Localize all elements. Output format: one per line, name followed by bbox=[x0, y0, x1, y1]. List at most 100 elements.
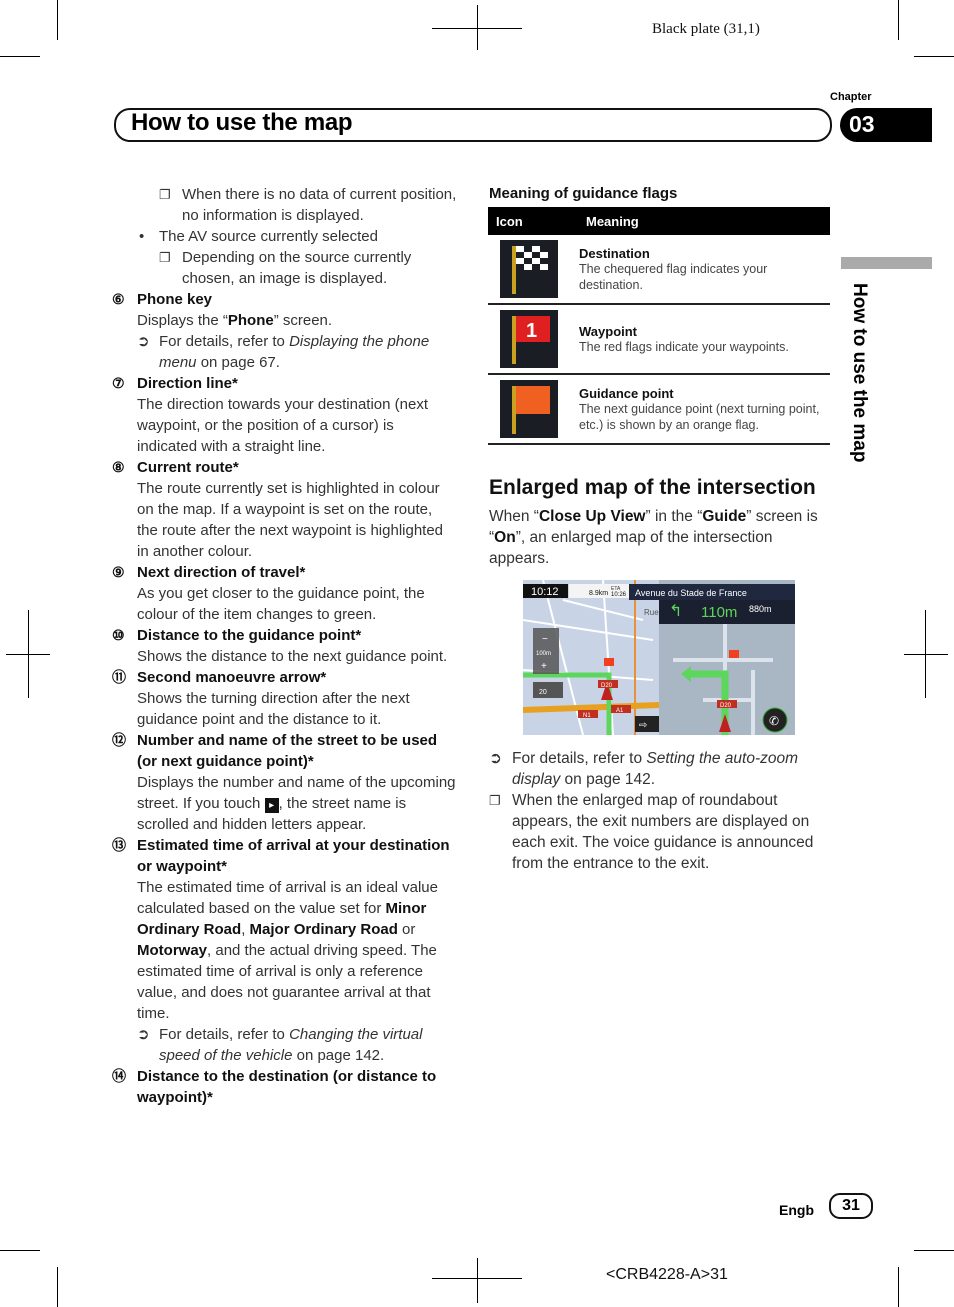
text: Displays the “ bbox=[137, 312, 228, 329]
registration-mark bbox=[6, 654, 50, 655]
chapter-number: 03 bbox=[849, 111, 875, 137]
table-row: Guidance point The next guidance point (n… bbox=[488, 374, 830, 445]
play-icon: ▸ bbox=[264, 798, 279, 813]
item-heading: ⑦ Direction line* bbox=[112, 373, 457, 394]
item-text: As you get closer to the guidance point,… bbox=[112, 583, 457, 625]
item-text: Displays the “Phone” screen. bbox=[112, 310, 457, 331]
item-heading: ⑧ Current route* bbox=[112, 457, 457, 478]
next-turn-arrow-icon: ↰ bbox=[669, 603, 682, 620]
phone-icon: ✆ bbox=[769, 714, 779, 728]
map-next-distance: 110m bbox=[701, 604, 737, 621]
page-title: How to use the map bbox=[131, 109, 353, 136]
text: Direction line* bbox=[137, 375, 238, 392]
item-number: ⑨ bbox=[112, 564, 125, 580]
map-scale: 100m bbox=[536, 651, 551, 657]
checkbox-bullet-icon: ❐ bbox=[159, 250, 171, 265]
item-text: Displays the number and name of the upco… bbox=[112, 772, 457, 835]
text: For details, refer to bbox=[159, 1026, 290, 1043]
col-meaning-header: Meaning bbox=[578, 207, 830, 235]
road-label: A1 bbox=[616, 708, 624, 714]
side-tab-title: How to use the map bbox=[849, 283, 870, 463]
speed-limit-button[interactable] bbox=[533, 682, 563, 698]
crop-mark bbox=[914, 1250, 954, 1251]
enlarged-map-screenshot: 10:12 8.9km ETA 10:26 Avenue du Stade de… bbox=[523, 580, 795, 735]
exit-arrow-icon: ⇨ bbox=[639, 720, 647, 731]
map-second-distance: 880m bbox=[749, 604, 772, 614]
text: Phone key bbox=[137, 291, 213, 308]
text: When the enlarged map of roundabout appe… bbox=[512, 792, 814, 872]
crop-mark bbox=[898, 0, 899, 40]
item-heading: ⑫ Number and name of the street to be use… bbox=[112, 730, 457, 772]
left-column: ❐ When there is no data of current positi… bbox=[112, 184, 457, 1108]
flag-desc: The next guidance point (next turning po… bbox=[579, 401, 820, 432]
plate-label: Black plate (31,1) bbox=[652, 21, 760, 37]
flag-name: Destination bbox=[579, 245, 650, 261]
notes: ➲ For details, refer to Setting the auto-… bbox=[489, 748, 834, 874]
map-clock: 10:12 bbox=[531, 586, 559, 598]
item-text: The estimated time of arrival is an idea… bbox=[112, 877, 457, 1024]
road-label: N1 bbox=[583, 713, 591, 719]
text: Estimated time of arrival at your destin… bbox=[137, 837, 450, 875]
map-street-name: Avenue du Stade de France bbox=[635, 588, 747, 598]
zoom-out-icon[interactable]: − bbox=[542, 634, 548, 645]
item-number: ⑦ bbox=[112, 375, 125, 391]
item-text: • The AV source currently selected bbox=[112, 226, 457, 247]
text: on page 142. bbox=[292, 1047, 385, 1064]
crop-mark bbox=[0, 1250, 40, 1251]
map-eta: 10:26 bbox=[611, 592, 627, 598]
text: Next direction of travel* bbox=[137, 564, 306, 581]
bold-term: Close Up View bbox=[538, 508, 646, 525]
item-text: The route currently set is highlighted i… bbox=[112, 478, 457, 562]
text: ”, an enlarged map of the intersection a… bbox=[489, 529, 773, 567]
item-heading: ⑪ Second manoeuvre arrow* bbox=[112, 667, 457, 688]
text: Distance to the destination (or distance… bbox=[137, 1068, 437, 1106]
item-text: Shows the turning direction after the ne… bbox=[112, 688, 457, 730]
flags-heading: Meaning of guidance flags bbox=[489, 185, 678, 202]
crop-mark bbox=[898, 1267, 899, 1307]
red-flag-icon: 1 bbox=[500, 310, 558, 368]
text: or bbox=[397, 921, 416, 938]
item-text: ➲ For details, refer to Setting the auto-… bbox=[489, 748, 834, 790]
bold-term: Motorway bbox=[137, 942, 208, 959]
map-street-partial: Rue bbox=[644, 608, 659, 617]
text: ” screen. bbox=[273, 312, 333, 329]
text: When “ bbox=[489, 508, 539, 525]
col-icon-header: Icon bbox=[488, 207, 578, 235]
item-heading: ⑩ Distance to the guidance point* bbox=[112, 625, 457, 646]
side-tab-bar bbox=[841, 257, 932, 269]
arrow-icon: ➲ bbox=[137, 333, 150, 350]
checkbox-bullet-icon: ❐ bbox=[489, 793, 501, 808]
text: ” in the “ bbox=[645, 508, 703, 525]
text: The route currently set is highlighted i… bbox=[137, 480, 444, 560]
item-text: ➲ For details, refer to Changing the virt… bbox=[112, 1024, 457, 1066]
text: Shows the turning direction after the ne… bbox=[137, 690, 410, 728]
text: Depending on the source currently chosen… bbox=[182, 249, 412, 287]
text: , bbox=[241, 921, 250, 938]
text: As you get closer to the guidance point,… bbox=[137, 585, 425, 623]
registration-mark bbox=[904, 654, 948, 655]
arrow-icon: ➲ bbox=[137, 1026, 150, 1043]
zoom-in-icon[interactable]: + bbox=[541, 661, 547, 672]
section-paragraph: When “Close Up View” in the “Guide” scre… bbox=[489, 506, 834, 569]
item-heading: ⑭ Distance to the destination (or distanc… bbox=[112, 1066, 457, 1108]
bold-term: Major Ordinary Road bbox=[249, 921, 398, 938]
flag-desc: The red flags indicate your waypoints. bbox=[579, 339, 789, 354]
text: Second manoeuvre arrow* bbox=[137, 669, 327, 686]
text: For details, refer to bbox=[159, 333, 290, 350]
manual-page: Black plate (31,1) How to use the map Ch… bbox=[0, 0, 954, 1307]
flag-desc: The chequered flag indicates your destin… bbox=[579, 261, 768, 292]
item-number: ⑧ bbox=[112, 459, 125, 475]
registration-mark bbox=[477, 5, 478, 50]
road-label: D20 bbox=[720, 703, 732, 709]
text: Number and name of the street to be used… bbox=[137, 732, 438, 770]
item-text: The direction towards your destination (… bbox=[112, 394, 457, 457]
arrow-icon: ➲ bbox=[489, 750, 502, 767]
item-number: ⑥ bbox=[112, 291, 125, 307]
document-code: <CRB4228-A>31 bbox=[606, 1266, 728, 1283]
table-row: 1 Waypoint The red flags indicate your wa… bbox=[488, 304, 830, 375]
flag-name: Guidance point bbox=[579, 385, 674, 401]
bold-term: Guide bbox=[702, 508, 747, 525]
text: For details, refer to bbox=[512, 750, 647, 767]
item-heading: ⑥ Phone key bbox=[112, 289, 457, 310]
chapter-label: Chapter bbox=[830, 91, 872, 103]
